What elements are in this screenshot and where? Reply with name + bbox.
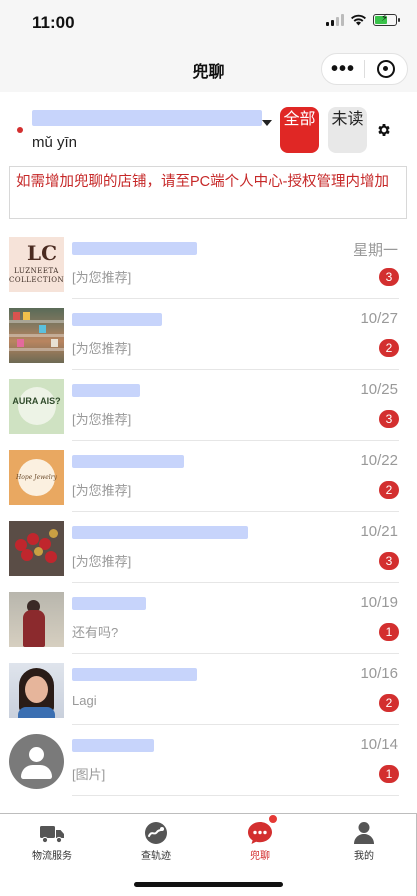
- conversation-preview: [为您推荐]: [72, 270, 132, 285]
- avatar-monogram: LC: [27, 241, 57, 265]
- battery-charging-icon: ⚡: [373, 13, 400, 26]
- conversation-item[interactable]: Hope Jewelry 10/22 [为您推荐] 2: [0, 441, 417, 512]
- close-target-icon: [377, 60, 395, 78]
- contact-name-redacted: [72, 455, 184, 468]
- shop-name-redacted: [32, 110, 262, 126]
- conversation-date: 10/25: [360, 381, 398, 398]
- conversation-preview: [为您推荐]: [72, 554, 132, 569]
- default-user-icon: [9, 734, 64, 789]
- unread-badge: 2: [379, 339, 399, 357]
- unread-badge: 3: [379, 410, 399, 428]
- shop-name-line2: mǔ yīn: [32, 134, 78, 151]
- tab-label: 兜聊: [250, 851, 270, 862]
- unread-badge: 2: [379, 694, 399, 712]
- unread-badge: 1: [379, 765, 399, 783]
- dropdown-caret-icon[interactable]: [262, 120, 272, 126]
- filter-all-button[interactable]: 全部: [280, 107, 319, 153]
- conversation-date: 星期一: [352, 242, 398, 259]
- shop-avatar: AURA AIS?: [9, 379, 64, 434]
- tab-profile[interactable]: 我的: [312, 814, 416, 864]
- contact-avatar: [9, 663, 64, 718]
- conversation-item[interactable]: AURA AIS? 10/25 [为您推荐] 3: [0, 370, 417, 441]
- track-icon: [145, 822, 167, 844]
- unread-badge: 1: [379, 623, 399, 641]
- status-time: 11:00: [32, 13, 75, 32]
- conversation-item[interactable]: 10/27 [为您推荐] 2: [0, 299, 417, 370]
- unread-badge: 3: [379, 268, 399, 286]
- tab-label: 我的: [354, 851, 374, 862]
- conversation-item[interactable]: 10/16 Lagi 2: [0, 654, 417, 725]
- conversation-preview: [为您推荐]: [72, 341, 132, 356]
- contact-avatar: [9, 592, 64, 647]
- unread-badge: 3: [379, 552, 399, 570]
- gear-icon[interactable]: [376, 122, 392, 138]
- shop-avatar: [9, 308, 64, 363]
- wifi-icon: [351, 14, 366, 26]
- conversation-date: 10/27: [360, 310, 398, 327]
- shop-avatar: LC LUZNEETA COLLECTION: [9, 237, 64, 292]
- shop-avatar: Hope Jewelry: [9, 450, 64, 505]
- avatar-text: LUZNEETA: [14, 267, 59, 275]
- app-root: 11:00 ⚡ 兜聊 ••• mǔ yīn 全部 未读 如需增加兜聊的店铺，请至…: [0, 0, 417, 896]
- conversation-item[interactable]: 10/21 [为您推荐] 3: [0, 512, 417, 583]
- conversation-date: 10/22: [360, 452, 398, 469]
- contact-name-redacted: [72, 313, 162, 326]
- title-bar: 兜聊 •••: [0, 46, 417, 92]
- unread-badge: 2: [379, 481, 399, 499]
- avatar-text: Hope Jewelry: [16, 474, 57, 481]
- filter-unread-button[interactable]: 未读: [328, 107, 367, 153]
- shop-avatar: [9, 521, 64, 576]
- conversation-date: 10/16: [360, 665, 398, 682]
- close-mini-program-button[interactable]: [365, 60, 407, 78]
- contact-name-redacted: [72, 739, 154, 752]
- home-indicator[interactable]: [134, 882, 283, 887]
- notice-banner: 如需增加兜聊的店铺，请至PC端个人中心-授权管理内增加: [9, 166, 407, 219]
- conversation-date: 10/21: [360, 523, 398, 540]
- more-options-icon[interactable]: •••: [322, 54, 364, 84]
- conversation-preview: [图片]: [72, 767, 106, 782]
- status-bar: 11:00 ⚡: [0, 0, 417, 46]
- conversation-preview: [为您推荐]: [72, 412, 132, 427]
- conversation-list: LC LUZNEETA COLLECTION 星期一 [为您推荐] 3 10/2…: [0, 228, 417, 796]
- conversation-item[interactable]: 10/19 还有吗? 1: [0, 583, 417, 654]
- row-divider: [72, 795, 399, 796]
- status-icons: ⚡: [326, 13, 400, 26]
- cellular-signal-icon: [326, 14, 344, 26]
- conversation-date: 10/19: [360, 594, 398, 611]
- tab-label: 查轨迹: [141, 851, 171, 862]
- notification-dot: [268, 814, 278, 824]
- conversation-item[interactable]: LC LUZNEETA COLLECTION 星期一 [为您推荐] 3: [0, 228, 417, 299]
- user-icon: [354, 822, 374, 844]
- conversation-preview: Lagi: [72, 693, 97, 708]
- conversation-item[interactable]: 10/14 [图片] 1: [0, 725, 417, 796]
- truck-icon: [40, 826, 64, 844]
- tab-chat[interactable]: 兜聊: [208, 814, 312, 864]
- tab-logistics[interactable]: 物流服务: [0, 814, 104, 864]
- avatar-text: COLLECTION: [9, 276, 64, 284]
- conversation-preview: [为您推荐]: [72, 483, 132, 498]
- tab-track[interactable]: 查轨迹: [104, 814, 208, 864]
- avatar-text: AURA AIS?: [12, 396, 61, 406]
- shop-selector[interactable]: mǔ yīn 全部 未读: [0, 92, 417, 166]
- tab-label: 物流服务: [32, 851, 72, 862]
- conversation-preview: 还有吗?: [72, 625, 119, 640]
- mini-program-capsule: •••: [321, 53, 408, 85]
- contact-name-redacted: [72, 384, 140, 397]
- contact-name-redacted: [72, 526, 248, 539]
- online-status-dot: [17, 127, 23, 133]
- contact-name-redacted: [72, 597, 146, 610]
- chat-icon: [248, 822, 272, 844]
- contact-name-redacted: [72, 242, 197, 255]
- contact-name-redacted: [72, 668, 197, 681]
- conversation-date: 10/14: [360, 736, 398, 753]
